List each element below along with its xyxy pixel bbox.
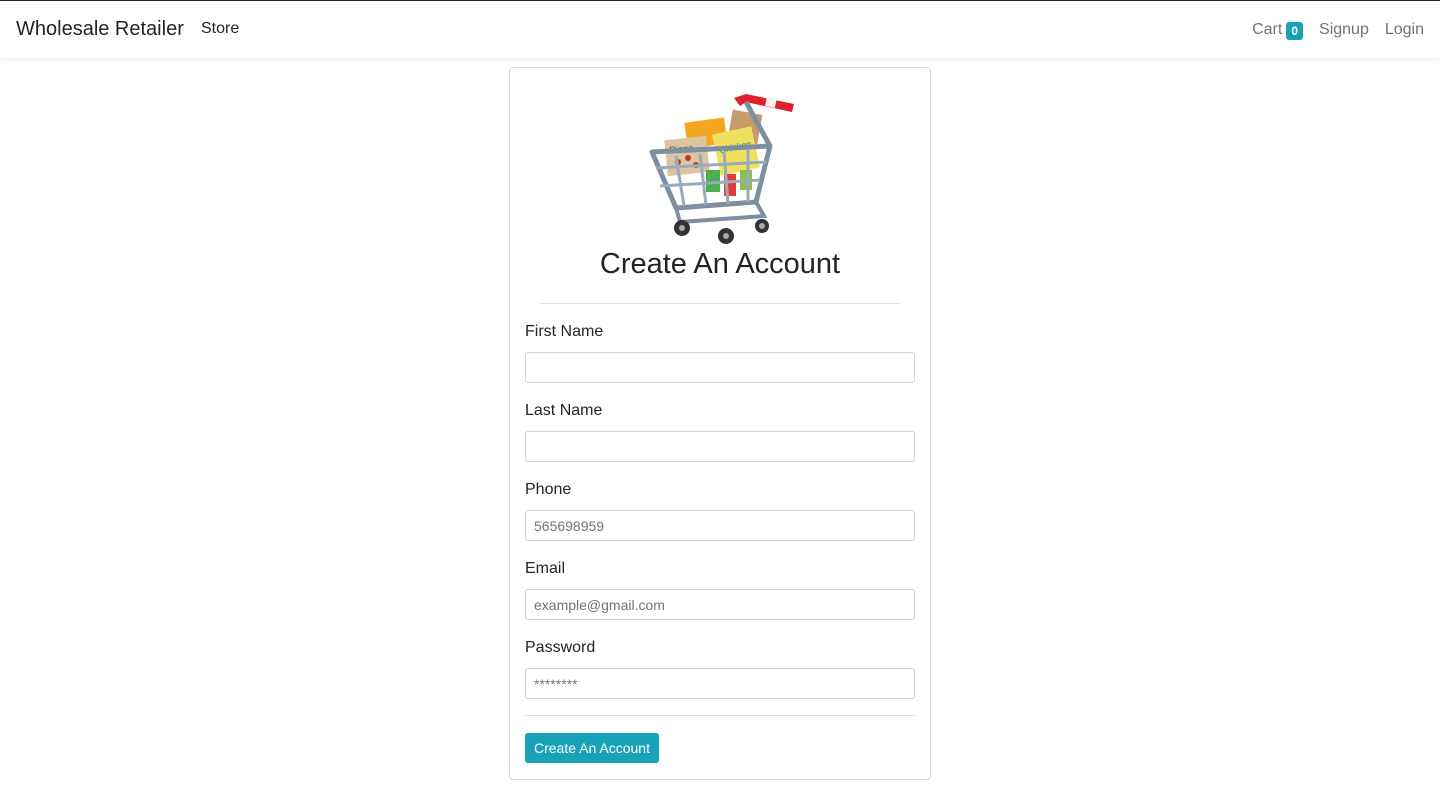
signup-card: Chicken Pizza Create An Account First Na… (509, 67, 931, 780)
nav-signup-link[interactable]: Signup (1319, 21, 1369, 39)
brand-link[interactable]: Wholesale Retailer (16, 18, 184, 41)
nav-login-link[interactable]: Login (1385, 21, 1424, 39)
first-name-input[interactable] (525, 352, 915, 383)
nav-cart-link[interactable]: Cart 0 (1252, 20, 1304, 40)
cart-count-badge: 0 (1286, 22, 1304, 40)
top-navbar: Wholesale Retailer Store Cart 0 Signup L… (0, 0, 1440, 58)
title-divider (540, 303, 900, 304)
password-label: Password (525, 639, 596, 656)
last-name-label: Last Name (525, 402, 603, 419)
form-footer-divider (525, 715, 915, 716)
cart-label: Cart (1252, 21, 1283, 38)
email-label: Email (525, 560, 566, 577)
nav-store-link[interactable]: Store (201, 20, 239, 38)
email-input[interactable] (525, 589, 915, 620)
nav-right-links: Cart 0 Signup Login (1252, 20, 1424, 40)
last-name-input[interactable] (525, 431, 915, 462)
phone-input[interactable] (525, 510, 915, 541)
shopping-cart-with-groceries-icon: Chicken Pizza (649, 94, 794, 244)
first-name-label: First Name (525, 323, 604, 340)
phone-label: Phone (525, 481, 572, 498)
page-title: Create An Account (599, 248, 841, 280)
password-input[interactable] (525, 668, 915, 699)
create-account-button[interactable]: Create An Account (525, 733, 659, 763)
